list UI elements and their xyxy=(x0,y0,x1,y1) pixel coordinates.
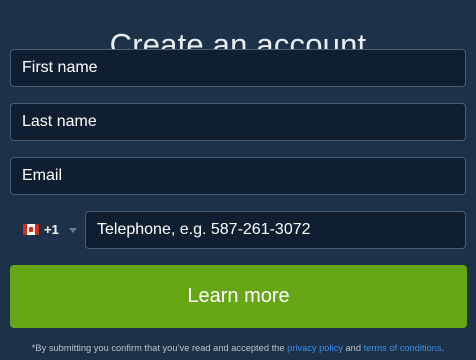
flag-canada-icon xyxy=(23,224,39,235)
first-name-field[interactable] xyxy=(10,49,466,87)
disclaimer-text: *By submitting you confirm that you’ve r… xyxy=(31,343,288,353)
phone-row: +1 xyxy=(10,211,466,249)
dial-code: +1 xyxy=(44,222,59,237)
email-field[interactable] xyxy=(10,157,466,195)
last-name-field[interactable] xyxy=(10,103,466,141)
disclaimer-text-and: and xyxy=(342,343,364,353)
chevron-down-icon xyxy=(69,228,77,233)
privacy-policy-link[interactable]: privacy policy xyxy=(287,343,343,353)
telephone-field[interactable] xyxy=(85,211,466,249)
learn-more-button[interactable]: Learn more xyxy=(10,265,467,328)
disclaimer-end: . xyxy=(441,343,445,353)
country-code-select[interactable]: +1 xyxy=(10,211,80,249)
disclaimer: *By submitting you confirm that you’ve r… xyxy=(0,341,476,355)
terms-of-conditions-link[interactable]: terms of conditions xyxy=(364,343,442,353)
